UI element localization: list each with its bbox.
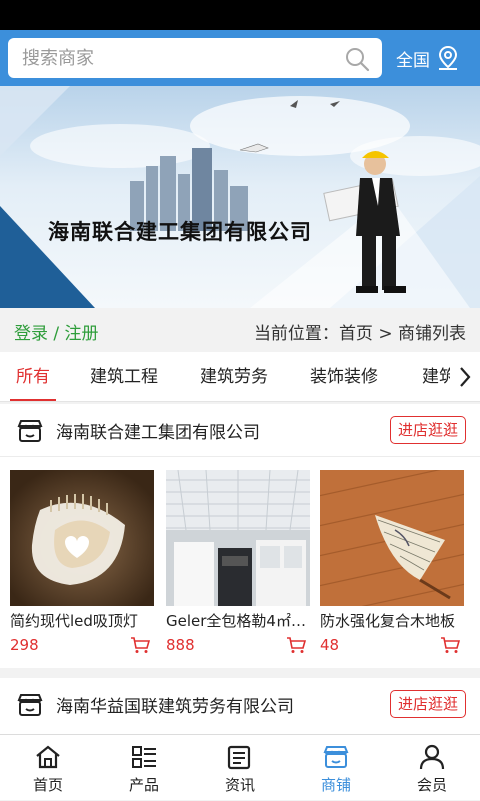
shop-name[interactable]: 海南华益国联建筑劳务有限公司 [56, 692, 294, 717]
tab-decoration[interactable]: 装饰装修 [310, 352, 378, 401]
breadcrumb-bar: 登录 / 注册 当前位置：首页 > 商铺列表 [0, 308, 480, 352]
top-bar: 全国 [0, 30, 480, 86]
product-card[interactable]: 防水强化复合木地板 48 [320, 470, 464, 656]
auth-links: 登录 / 注册 [14, 319, 99, 344]
nav-home[interactable]: 首页 [0, 735, 96, 801]
product-price-row: 298 [10, 634, 154, 656]
product-price-row: 888 [166, 634, 310, 656]
search-icon[interactable] [344, 46, 370, 72]
product-card[interactable]: Geler全包格勒4㎡吊顶 888 [166, 470, 310, 656]
search-box[interactable] [8, 38, 382, 78]
shop-card: 海南联合建工集团有限公司 进店逛逛 简约现代led吸顶灯 298 Geler全包… [0, 404, 480, 668]
nav-member[interactable]: 会员 [384, 735, 480, 801]
shop-header[interactable]: 海南联合建工集团有限公司 进店逛逛 [0, 404, 480, 456]
nav-label: 首页 [32, 776, 63, 794]
divider [0, 456, 480, 457]
product-price: 48 [320, 636, 340, 654]
nav-label: 会员 [416, 776, 447, 794]
store-icon [17, 420, 43, 442]
cart-icon[interactable] [130, 636, 150, 654]
enter-shop-button[interactable]: 进店逛逛 [389, 690, 466, 718]
product-price: 888 [166, 636, 195, 654]
product-name[interactable]: Geler全包格勒4㎡吊顶 [166, 610, 310, 632]
status-bar [0, 0, 480, 30]
product-image-wood-floor[interactable] [320, 470, 464, 606]
nav-label: 产品 [128, 776, 159, 794]
tab-construction-engineering[interactable]: 建筑工程 [90, 352, 158, 401]
shop-name[interactable]: 海南联合建工集团有限公司 [56, 418, 260, 443]
nav-label: 资讯 [224, 776, 255, 794]
auth-separator: / [48, 324, 65, 344]
home-icon [36, 745, 60, 769]
region-selector[interactable]: 全国 [396, 30, 460, 86]
product-name[interactable]: 防水强化复合木地板 [320, 610, 464, 632]
product-image-ceiling-lamp[interactable] [10, 470, 154, 606]
shop-icon [323, 746, 349, 768]
breadcrumb-home[interactable]: 首页 [339, 324, 373, 344]
cart-icon[interactable] [286, 636, 306, 654]
nav-products[interactable]: 产品 [96, 735, 192, 801]
store-icon [17, 694, 43, 716]
enter-shop-button[interactable]: 进店逛逛 [389, 416, 466, 444]
cart-icon[interactable] [440, 636, 460, 654]
shop-card: 海南华益国联建筑劳务有限公司 进店逛逛 [0, 678, 480, 734]
banner-illustration [0, 86, 480, 308]
register-link[interactable]: 注册 [65, 324, 99, 344]
breadcrumb-separator: > [372, 324, 398, 344]
news-icon [227, 745, 251, 770]
category-tabs: 所有 建筑工程 建筑劳务 装饰装修 建筑 [0, 352, 480, 402]
nav-label: 商铺 [320, 776, 351, 794]
breadcrumb-current: 商铺列表 [398, 324, 466, 344]
tabs-scroll-right[interactable] [450, 352, 480, 401]
nav-shops[interactable]: 商铺 [288, 735, 384, 801]
chevron-right-icon [460, 367, 471, 387]
product-price: 298 [10, 636, 39, 654]
region-label: 全国 [396, 50, 430, 71]
product-image-ceiling-panel[interactable] [166, 470, 310, 606]
breadcrumb-prefix: 当前位置： [253, 324, 339, 344]
search-input[interactable] [22, 38, 332, 78]
location-pin-icon [438, 45, 458, 70]
product-price-row: 48 [320, 634, 464, 656]
breadcrumb: 当前位置：首页 > 商铺列表 [254, 319, 466, 344]
bottom-nav: 首页 产品 资讯 商铺 会员 [0, 734, 480, 800]
product-card[interactable]: 简约现代led吸顶灯 298 [10, 470, 154, 656]
product-name[interactable]: 简约现代led吸顶灯 [10, 610, 154, 632]
shop-header[interactable]: 海南华益国联建筑劳务有限公司 进店逛逛 [0, 678, 480, 730]
user-icon [419, 744, 445, 770]
tab-all[interactable]: 所有 [10, 352, 56, 401]
tab-construction-labor[interactable]: 建筑劳务 [200, 352, 268, 401]
nav-news[interactable]: 资讯 [192, 735, 288, 801]
banner[interactable]: 海南联合建工集团有限公司 [0, 86, 480, 308]
list-icon [132, 746, 156, 768]
banner-title: 海南联合建工集团有限公司 [48, 220, 312, 244]
login-link[interactable]: 登录 [14, 324, 48, 344]
